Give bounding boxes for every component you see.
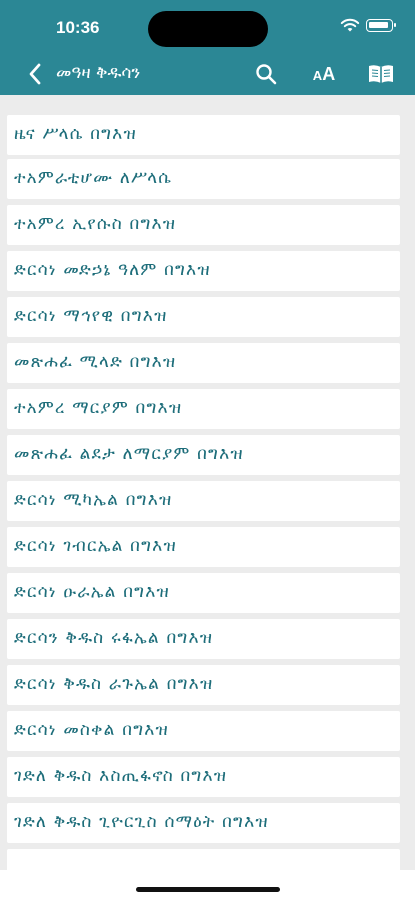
dynamic-island bbox=[148, 11, 268, 47]
list-item[interactable]: ድርሳነ መስቀል በግእዝ bbox=[7, 711, 400, 751]
book-list: ዜና ሥላሴ በግእዝ ተአምራቲሆሙ ለሥላሴ ተአምረ ኢየሱስ በግእዝ … bbox=[0, 95, 415, 870]
list-item[interactable]: ገድለ ቅዱስ ጊዮርጊስ ሰማዕት በግእዝ bbox=[7, 803, 400, 843]
navigation-bar: መዓዛ ቅዱሳን AA bbox=[0, 54, 415, 95]
list-item[interactable]: መጽሐፈ ሚላድ በግእዝ bbox=[7, 343, 400, 383]
book-button[interactable] bbox=[365, 58, 397, 90]
list-item-label: ተአምረ ማርያም በግእዝ bbox=[14, 398, 183, 418]
status-bar: 10:36 bbox=[0, 0, 415, 54]
list-item-label: ዜና ሥላሴ በግእዝ bbox=[14, 124, 137, 144]
list-item-label: ድርሳነ ሚካኤል በግእዝ bbox=[14, 490, 173, 510]
list-item[interactable]: መጽሐፈ ልደታ ለማርያም በግእዝ bbox=[7, 435, 400, 475]
list-item[interactable]: ድርሳነ ገብርኤል በግእዝ bbox=[7, 527, 400, 567]
list-item[interactable]: ዜና ሥላሴ በግእዝ bbox=[7, 115, 400, 155]
back-button[interactable] bbox=[22, 60, 48, 88]
status-icons bbox=[340, 18, 396, 33]
list-item-label: ድርሳነ ማኅየዊ በግእዝ bbox=[14, 306, 168, 326]
font-size-button[interactable]: AA bbox=[308, 58, 340, 90]
list-item-label: ተአምራቲሆሙ ለሥላሴ bbox=[14, 168, 173, 188]
list-item-label: ድርሳነ ዑራኤል በግእዝ bbox=[14, 582, 170, 602]
list-item-label: ገድለ ቅዱስ እስጢፋኖስ በግእዝ bbox=[14, 766, 228, 786]
list-item-label: መጽሐፈ ልደታ ለማርያም በግእዝ bbox=[14, 444, 244, 464]
list-item[interactable]: ተአምረ ማርያም በግእዝ bbox=[7, 389, 400, 429]
list-item-label: ድርሳነ ቅዱስ ራጉኤል በግእዝ bbox=[14, 674, 214, 694]
search-icon bbox=[256, 64, 277, 85]
list-item[interactable] bbox=[7, 849, 400, 870]
home-indicator[interactable] bbox=[136, 887, 280, 892]
book-icon bbox=[369, 65, 393, 83]
list-item[interactable]: ድርሳን ቅዱስ ሩፋኤል በግእዝ bbox=[7, 619, 400, 659]
list-item[interactable]: ድርሳነ ዑራኤል በግእዝ bbox=[7, 573, 400, 613]
battery-icon bbox=[366, 19, 396, 32]
list-item-label: ድርሳነ ገብርኤል በግእዝ bbox=[14, 536, 177, 556]
page-title: መዓዛ ቅዱሳን bbox=[56, 63, 141, 83]
list-item[interactable]: ድርሳነ ሚካኤል በግእዝ bbox=[7, 481, 400, 521]
list-item-label: ድርሳነ መስቀል በግእዝ bbox=[14, 720, 169, 740]
app-header: 10:36 መዓዛ ቅዱሳን AA bbox=[0, 0, 415, 95]
list-item-label: መጽሐፈ ሚላድ በግእዝ bbox=[14, 352, 177, 372]
list-item[interactable]: ተአምረ ኢየሱስ በግእዝ bbox=[7, 205, 400, 245]
status-time: 10:36 bbox=[56, 18, 100, 37]
list-item[interactable]: ገድለ ቅዱስ እስጢፋኖስ በግእዝ bbox=[7, 757, 400, 797]
list-item-label: ተአምረ ኢየሱስ በግእዝ bbox=[14, 214, 177, 234]
list-item-label: ገድለ ቅዱስ ጊዮርጊስ ሰማዕት በግእዝ bbox=[14, 812, 269, 832]
search-button[interactable] bbox=[250, 58, 282, 90]
back-chevron-icon bbox=[29, 63, 41, 85]
home-area bbox=[0, 870, 415, 900]
font-size-icon: AA bbox=[312, 63, 336, 84]
list-item-label: ድርሳን ቅዱስ ሩፋኤል በግእዝ bbox=[14, 628, 214, 648]
list-item[interactable]: ተአምራቲሆሙ ለሥላሴ bbox=[7, 159, 400, 199]
list-item-label: ድርሳነ መድኃኔ ዓለም በግእዝ bbox=[14, 260, 211, 280]
wifi-icon bbox=[340, 18, 360, 32]
list-item[interactable]: ድርሳነ መድኃኔ ዓለም በግእዝ bbox=[7, 251, 400, 291]
list-item[interactable]: ድርሳነ ቅዱስ ራጉኤል በግእዝ bbox=[7, 665, 400, 705]
list-item[interactable]: ድርሳነ ማኅየዊ በግእዝ bbox=[7, 297, 400, 337]
